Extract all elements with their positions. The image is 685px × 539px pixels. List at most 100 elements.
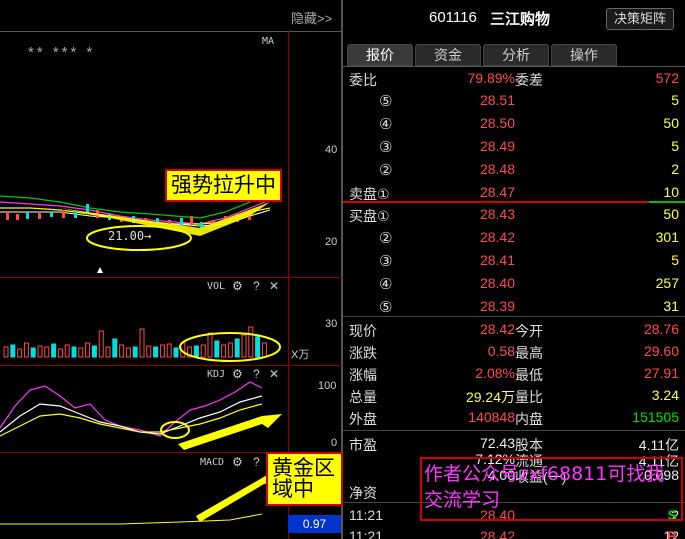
volume-bar — [23, 342, 29, 358]
stats-separator — [343, 316, 685, 317]
volume-bar — [193, 345, 199, 358]
volume-bar — [57, 348, 63, 358]
stat-label: 现价 — [349, 323, 377, 339]
buy-level-label: ③ — [379, 253, 393, 270]
bid-ask-divider — [343, 201, 685, 203]
volume-bar — [85, 342, 91, 358]
weibi-row: 委比 79.89% 委差 572 — [343, 69, 685, 88]
weicha-value: 572 — [655, 70, 679, 86]
volume-bar — [119, 344, 125, 358]
volume-chart[interactable] — [0, 295, 288, 365]
chart-panel: 隐藏>> MA ** *** * 21.00→ 40 20 强势拉升中 VOL … — [0, 0, 343, 539]
sell-volume: 2 — [671, 161, 679, 177]
sell-level-label: ③ — [379, 139, 393, 156]
buy-level-label: ② — [379, 230, 393, 247]
tick-row: 11:21 28.42 12 B — [343, 527, 685, 539]
vol-close-icon[interactable]: ✕ — [269, 279, 279, 293]
vol-help-icon[interactable]: ? — [253, 279, 260, 293]
current-value-box: 0.97 — [288, 515, 341, 533]
buy-row: 买盘① 28.43 50 — [343, 205, 685, 224]
volume-bar — [105, 346, 111, 358]
stat-value: 140848 — [468, 409, 515, 425]
golden-zone-callout: 黄金区域中 — [266, 452, 343, 506]
sell-row: 卖盘① 28.47 10 — [343, 183, 685, 202]
sell-volume: 50 — [663, 115, 679, 131]
sell-volume: 5 — [671, 92, 679, 108]
buy-price: 28.41 — [479, 252, 515, 268]
volume-bar — [234, 338, 240, 358]
tab-operation[interactable]: 操作 — [551, 44, 617, 66]
stat-value-2: 27.91 — [643, 365, 679, 381]
volume-bar — [173, 347, 179, 358]
tab-analysis[interactable]: 分析 — [483, 44, 549, 66]
tab-underline — [343, 66, 685, 67]
weicha-label: 委差 — [515, 72, 543, 88]
stat-value-2: 28.76 — [643, 321, 679, 337]
sell-row: ② 28.48 2 — [343, 160, 685, 179]
buy-level-label: ⑤ — [379, 299, 393, 316]
sell-row: ⑤ 28.51 5 — [343, 91, 685, 110]
volume-bar — [30, 347, 36, 358]
stat-value: 29.24万 — [465, 389, 515, 405]
stat-label: 涨跌 — [349, 345, 377, 361]
weibi-label: 委比 — [349, 72, 377, 88]
stat-value-2: 151505 — [632, 409, 679, 425]
vol-separator — [0, 277, 343, 278]
low-price-marker: 21.00→ — [108, 229, 152, 243]
sell-price: 28.48 — [479, 161, 515, 177]
volume-bar — [132, 346, 138, 358]
macd-chart[interactable] — [0, 456, 288, 539]
buy-price: 28.40 — [479, 275, 515, 291]
sell-row: ④ 28.50 50 — [343, 114, 685, 133]
stat-label: 涨幅 — [349, 367, 377, 383]
finance-value: 72.43 — [479, 435, 515, 451]
volume-bar — [37, 345, 43, 358]
hide-panel-button[interactable]: 隐藏>> — [291, 8, 332, 27]
volume-bar — [227, 342, 233, 358]
buy-row: ③ 28.41 5 — [343, 251, 685, 270]
buy-level-label: 买盘① — [349, 208, 390, 224]
volume-bar — [139, 328, 145, 358]
tick-flag: B — [666, 528, 677, 539]
stock-name: 三江购物 — [490, 11, 551, 28]
buy-price: 28.39 — [479, 298, 515, 314]
volume-bar — [78, 347, 84, 358]
buy-volume: 31 — [663, 298, 679, 314]
vol-axis-label: 30 — [325, 318, 338, 330]
stock-code: 601116 — [429, 9, 477, 26]
kdj-chart[interactable] — [0, 366, 288, 454]
volume-bar — [10, 344, 16, 358]
vol-title[interactable]: VOL — [207, 281, 225, 292]
volume-bar — [207, 332, 213, 358]
tab-funds[interactable]: 资金 — [415, 44, 481, 66]
tick-price: 28.42 — [479, 528, 515, 539]
volume-bar — [112, 338, 118, 358]
volume-bar — [71, 346, 77, 358]
kdj-line-j — [0, 381, 263, 437]
buy-price: 28.43 — [479, 206, 515, 222]
decision-matrix-button[interactable]: 决策矩阵 — [606, 8, 674, 30]
finance-label: 净资 — [349, 485, 377, 501]
stat-value-2: 3.24 — [651, 387, 679, 403]
buy-volume: 257 — [655, 275, 679, 291]
stats-row: 涨跌 0.58 最高 29.60 — [343, 342, 685, 361]
finance-separator — [343, 430, 685, 431]
stat-label-2: 今开 — [515, 323, 543, 339]
sell-price: 28.50 — [479, 115, 515, 131]
macd-line — [0, 513, 263, 525]
buy-row: ④ 28.40 257 — [343, 274, 685, 293]
kdj-arrow — [178, 414, 282, 450]
volume-bar — [200, 344, 206, 358]
buy-volume: 50 — [663, 206, 679, 222]
golden-zone-text: 黄金区域中 — [272, 456, 335, 501]
buy-volume: 301 — [655, 229, 679, 245]
sell-price: 28.51 — [479, 92, 515, 108]
volume-bar — [44, 346, 50, 358]
stat-label-2: 最低 — [515, 367, 543, 383]
tick-time: 11:21 — [349, 507, 383, 523]
buy-row: ② 28.42 301 — [343, 228, 685, 247]
vol-gear-icon[interactable]: ⚙ — [232, 279, 243, 293]
weibi-value: 79.89% — [467, 70, 515, 86]
tab-quote[interactable]: 报价 — [347, 44, 413, 66]
stat-label: 外盘 — [349, 411, 377, 427]
